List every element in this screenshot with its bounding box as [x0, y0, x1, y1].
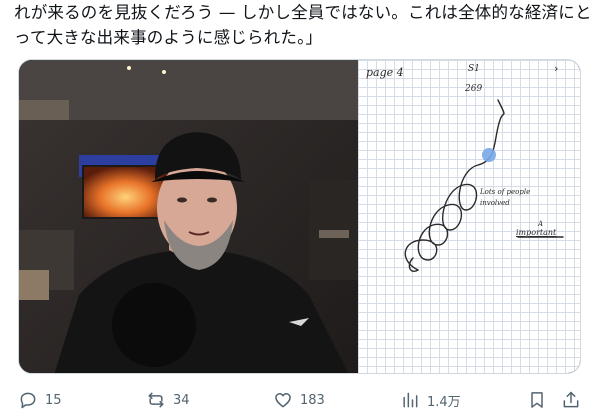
- views-count: 1.4万: [427, 394, 461, 410]
- tweet-text: れが来るのを見抜くだろう — しかし全員ではない。これは全体的な経済にと って大…: [14, 0, 592, 50]
- video-player[interactable]: page 4 S1 › 269 Lots of people involved …: [18, 59, 581, 374]
- notebook-number-top: S1: [468, 64, 480, 74]
- reply-button[interactable]: 15: [18, 385, 62, 415]
- reply-icon: [20, 392, 36, 409]
- repost-button[interactable]: 34: [146, 385, 190, 415]
- tweet-action-bar: 15 34 183 1.4万: [0, 385, 600, 415]
- like-count: 183: [300, 392, 325, 408]
- notebook-note-3: A: [538, 220, 544, 228]
- notebook-note-4: important: [516, 228, 557, 237]
- share-icon: [563, 391, 579, 408]
- notebook-note-1: Lots of people: [480, 188, 531, 196]
- analytics-icon: [403, 392, 418, 408]
- notebook-page: page 4 S1 › 269 Lots of people involved …: [358, 60, 580, 373]
- handwriting-scribble: [404, 99, 564, 272]
- bookmark-button[interactable]: [527, 385, 547, 415]
- views-button[interactable]: 1.4万: [400, 385, 461, 415]
- like-button[interactable]: 183: [273, 385, 325, 415]
- bookmark-icon: [531, 392, 543, 408]
- notebook-number-mid: 269: [465, 84, 483, 94]
- webcam-video: [19, 60, 358, 373]
- heart-icon: [275, 393, 291, 408]
- notebook-page-label: page 4: [366, 66, 404, 79]
- tweet-text-line-2: って大きな出来事のように感じられた。」: [14, 28, 323, 47]
- notebook-note-2: involved: [480, 199, 510, 207]
- repost-count: 34: [173, 392, 190, 408]
- notebook-chevron-icon: ›: [554, 62, 559, 75]
- reply-count: 15: [45, 392, 62, 408]
- share-button[interactable]: [561, 385, 581, 415]
- repost-icon: [148, 392, 164, 408]
- tweet-text-line-1: れが来るのを見抜くだろう — しかし全員ではない。これは全体的な経済にと: [14, 3, 592, 22]
